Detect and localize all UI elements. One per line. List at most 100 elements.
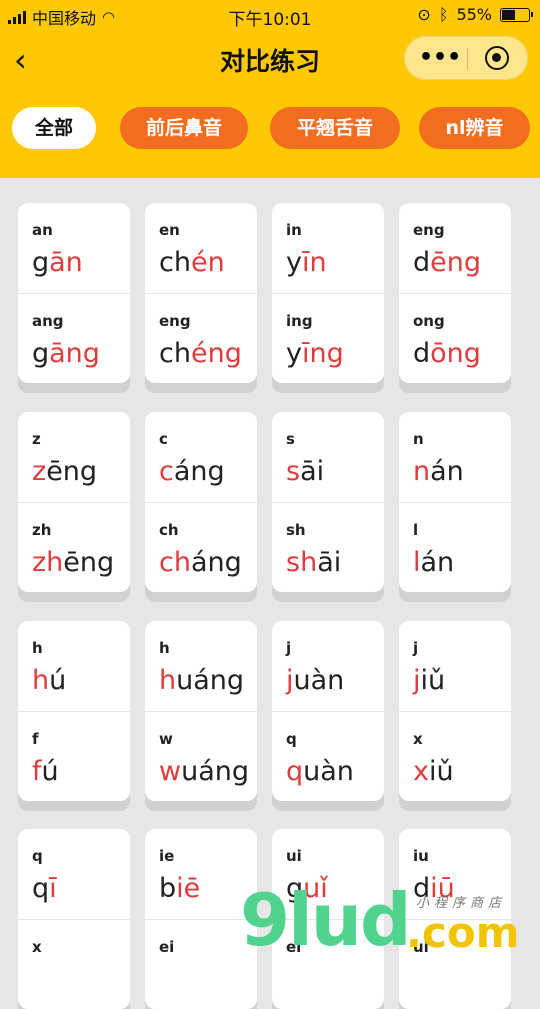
card-bottom-half[interactable]: f fú bbox=[18, 711, 130, 801]
card-top-half[interactable]: h huáng bbox=[145, 621, 257, 711]
pinyin-part-pre: d bbox=[413, 247, 431, 278]
pinyin-card[interactable]: h hú f fú bbox=[18, 621, 130, 801]
card-top-half[interactable]: z zēng bbox=[18, 412, 130, 502]
tab-nl-distinction[interactable]: nl辨音 bbox=[419, 107, 530, 149]
pinyin-card[interactable]: in yīn ing yīng bbox=[272, 203, 384, 383]
pinyin-part-red: zh bbox=[32, 547, 64, 578]
card-bottom-half[interactable]: eng chéng bbox=[145, 293, 257, 383]
pinyin-part-post: uáng bbox=[181, 756, 250, 787]
card-top-half[interactable]: eng dēng bbox=[399, 203, 511, 293]
sound-label: iu bbox=[413, 847, 429, 865]
sound-label: f bbox=[32, 730, 39, 748]
card-bottom-half[interactable]: w wuáng bbox=[145, 711, 257, 801]
pinyin-part-pre: g bbox=[32, 338, 50, 369]
card-bottom-half[interactable]: l lán bbox=[399, 502, 511, 592]
pinyin-part-red: īn bbox=[301, 247, 327, 278]
rotation-lock-icon: ⊙ bbox=[417, 5, 431, 24]
pinyin-word: cáng bbox=[159, 456, 225, 487]
pinyin-word: chén bbox=[159, 247, 225, 278]
card-bottom-half[interactable]: x bbox=[18, 919, 130, 1009]
pinyin-part-post: uàn bbox=[293, 665, 345, 696]
pinyin-card[interactable]: j jiǔ x xiǔ bbox=[399, 621, 511, 801]
sound-label: x bbox=[413, 730, 423, 748]
card-top-half[interactable]: s sāi bbox=[272, 412, 384, 502]
navigation-bar: ‹ 对比练习 ••• bbox=[0, 30, 540, 90]
sound-label: en bbox=[159, 221, 180, 239]
pinyin-part-red: x bbox=[413, 756, 429, 787]
pinyin-card[interactable]: c cáng ch cháng bbox=[145, 412, 257, 592]
card-bottom-half[interactable]: ch cháng bbox=[145, 502, 257, 592]
sound-label: x bbox=[32, 938, 42, 956]
pinyin-card[interactable]: j juàn q quàn bbox=[272, 621, 384, 801]
pinyin-word: sāi bbox=[286, 456, 324, 487]
card-top-half[interactable]: q qī bbox=[18, 829, 130, 919]
card-top-half[interactable]: j jiǔ bbox=[399, 621, 511, 711]
pinyin-part-post: āi bbox=[300, 456, 325, 487]
pinyin-word: dēng bbox=[413, 247, 481, 278]
pinyin-part-red: éng bbox=[190, 338, 242, 369]
card-top-half[interactable]: j juàn bbox=[272, 621, 384, 711]
status-bar: 中国移动 ◠ 下午10:01 ⊙ ᛒ 55% bbox=[0, 0, 540, 30]
pinyin-word: jiǔ bbox=[413, 665, 445, 696]
sound-label: ie bbox=[159, 847, 175, 865]
card-bottom-half[interactable]: x xiǔ bbox=[399, 711, 511, 801]
pinyin-card[interactable]: q qī x bbox=[18, 829, 130, 1009]
card-top-half[interactable]: an gān bbox=[18, 203, 130, 293]
card-top-half[interactable]: c cáng bbox=[145, 412, 257, 502]
pinyin-part-pre: y bbox=[286, 338, 302, 369]
pinyin-card[interactable]: z zēng zh zhēng bbox=[18, 412, 130, 592]
pinyin-word: cháng bbox=[159, 547, 242, 578]
pinyin-part-pre: ch bbox=[159, 338, 191, 369]
pinyin-card[interactable]: n nán l lán bbox=[399, 412, 511, 592]
sound-label: j bbox=[413, 639, 419, 657]
pinyin-part-post: án bbox=[430, 456, 464, 487]
pinyin-card[interactable]: s sāi sh shāi bbox=[272, 412, 384, 592]
pinyin-card[interactable]: en chén eng chéng bbox=[145, 203, 257, 383]
pinyin-card[interactable]: eng dēng ong dōng bbox=[399, 203, 511, 383]
pinyin-part-post: ú bbox=[41, 756, 59, 787]
pinyin-part-pre: ch bbox=[159, 247, 191, 278]
card-bottom-half[interactable]: ing yīng bbox=[272, 293, 384, 383]
close-miniprogram-icon[interactable] bbox=[485, 46, 509, 70]
card-bottom-half[interactable]: sh shāi bbox=[272, 502, 384, 592]
tab-all[interactable]: 全部 bbox=[12, 107, 96, 149]
tab-flat-retroflex[interactable]: 平翘舌音 bbox=[270, 107, 400, 149]
pinyin-word: huáng bbox=[159, 665, 244, 696]
pinyin-part-post: iǔ bbox=[428, 756, 454, 787]
pinyin-part-red: l bbox=[413, 547, 421, 578]
pinyin-word: yīng bbox=[286, 338, 344, 369]
tab-front-back-nasal[interactable]: 前后鼻音 bbox=[120, 107, 248, 149]
more-icon[interactable]: ••• bbox=[419, 45, 461, 71]
card-bottom-half[interactable]: q quàn bbox=[272, 711, 384, 801]
pinyin-word: zēng bbox=[32, 456, 97, 487]
sound-label: q bbox=[286, 730, 297, 748]
sound-label: ong bbox=[413, 312, 445, 330]
card-bottom-half[interactable]: zh zhēng bbox=[18, 502, 130, 592]
pinyin-part-post: iǔ bbox=[420, 665, 446, 696]
pinyin-word: juàn bbox=[286, 665, 344, 696]
battery-fill bbox=[502, 9, 516, 20]
card-top-half[interactable]: in yīn bbox=[272, 203, 384, 293]
card-top-half[interactable]: en chén bbox=[145, 203, 257, 293]
pinyin-card[interactable]: h huáng w wuáng bbox=[145, 621, 257, 801]
pinyin-part-red: ēng bbox=[430, 247, 482, 278]
pinyin-part-red: q bbox=[286, 756, 304, 787]
sound-label: s bbox=[286, 430, 295, 448]
pinyin-word: biē bbox=[159, 873, 200, 904]
card-top-half[interactable]: h hú bbox=[18, 621, 130, 711]
pinyin-part-red: ōng bbox=[430, 338, 481, 369]
pinyin-part-red: iē bbox=[176, 873, 201, 904]
pinyin-part-pre: y bbox=[286, 247, 302, 278]
card-bottom-half[interactable]: ang gāng bbox=[18, 293, 130, 383]
pinyin-card[interactable]: an gān ang gāng bbox=[18, 203, 130, 383]
sound-label: h bbox=[159, 639, 170, 657]
pinyin-part-post: ú bbox=[49, 665, 67, 696]
pinyin-word: shāi bbox=[286, 547, 341, 578]
sound-label: eng bbox=[413, 221, 445, 239]
card-bottom-half[interactable]: ong dōng bbox=[399, 293, 511, 383]
watermark-tagline: 小程序商店 bbox=[416, 896, 507, 911]
card-top-half[interactable]: n nán bbox=[399, 412, 511, 502]
pinyin-part-red: w bbox=[159, 756, 182, 787]
pinyin-word: gān bbox=[32, 247, 83, 278]
sound-label: ing bbox=[286, 312, 313, 330]
